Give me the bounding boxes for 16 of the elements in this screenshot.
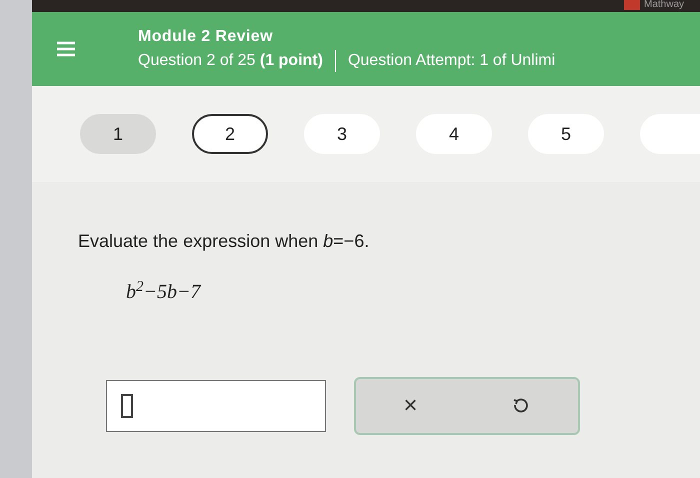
module-title: Module 2 Review: [138, 27, 274, 47]
cursor-icon: [121, 394, 133, 418]
logo-icon: [624, 0, 640, 10]
question-number-tab[interactable]: 1: [80, 114, 156, 154]
undo-icon: [512, 397, 530, 415]
attempt-info: Question Attempt: 1 of Unlimi: [348, 51, 556, 71]
question-count: Question 2 of 25 (1 point): [138, 51, 323, 71]
math-expression: b$^{2}$−5b−7: [126, 278, 202, 305]
question-number-tab[interactable]: 2: [192, 114, 268, 154]
answer-field[interactable]: [106, 380, 326, 432]
question-prompt: Evaluate the expression when b=−6.: [78, 230, 370, 253]
question-number-tab[interactable]: 4: [416, 114, 492, 154]
tab-label[interactable]: Mathway: [644, 0, 684, 10]
question-number-tab[interactable]: 5: [528, 114, 604, 154]
clear-button[interactable]: ×: [391, 388, 430, 424]
question-number-tab[interactable]: 3: [304, 114, 380, 154]
